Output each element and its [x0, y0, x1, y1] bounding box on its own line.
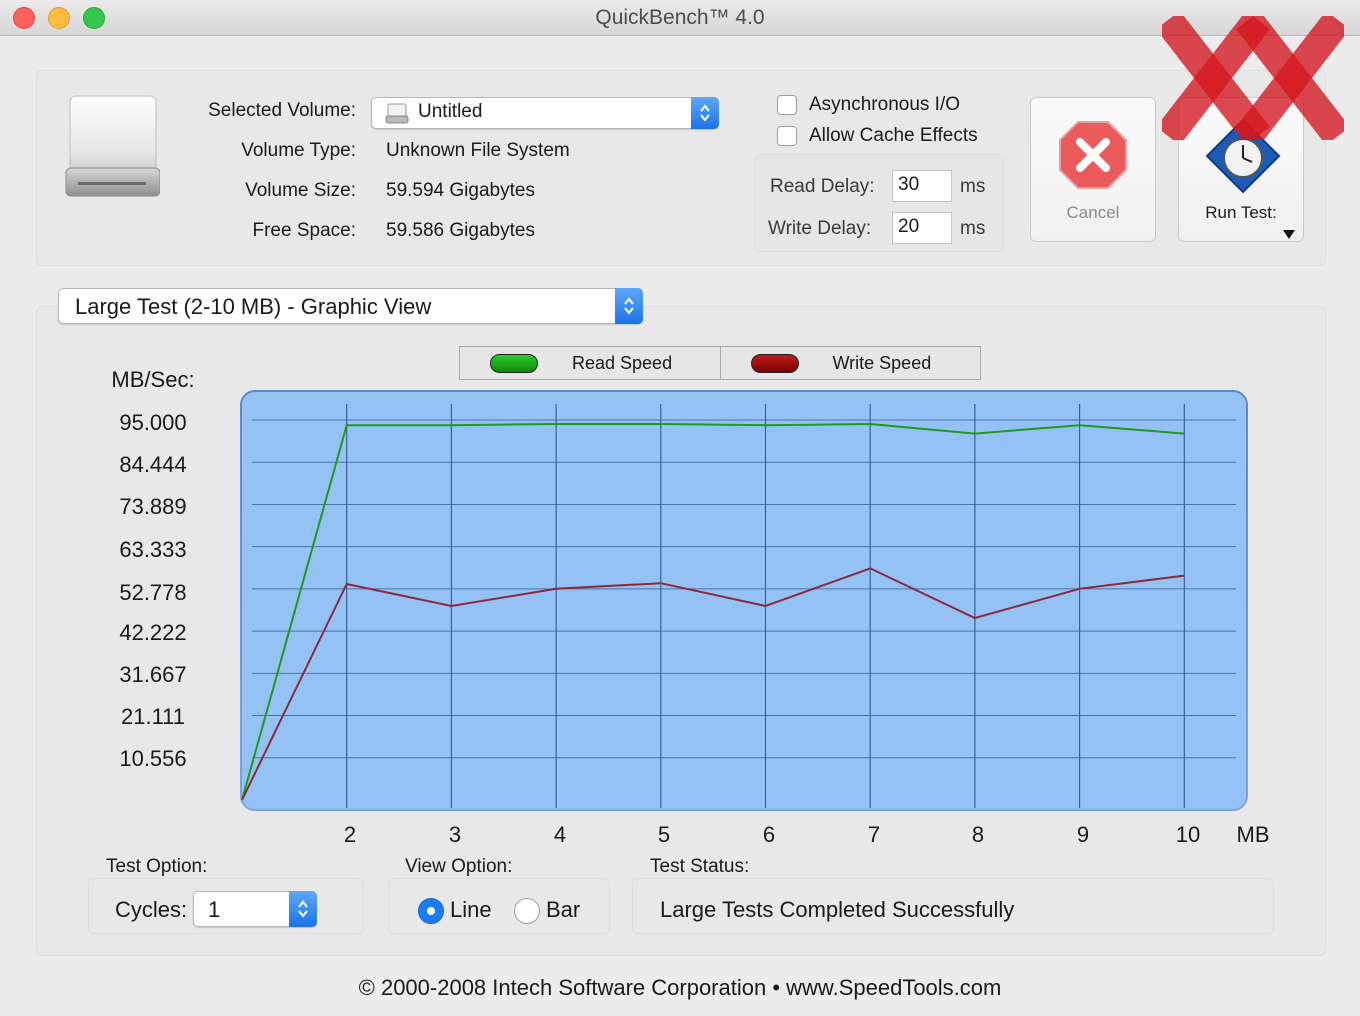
x-tick-label: 10 [1175, 822, 1201, 847]
volume-size-label: Volume Size: [245, 180, 356, 201]
volume-select[interactable]: Untitled [371, 97, 719, 129]
xx-logo-overlay [1156, 10, 1350, 146]
volume-disk-icon [385, 103, 409, 125]
chevron-updown-icon [691, 97, 719, 129]
test-status-value: Large Tests Completed Successfully [660, 897, 1015, 922]
y-tick-label: 31.667 [119, 662, 187, 687]
read-delay-unit: ms [960, 176, 986, 197]
volume-type-label: Volume Type: [241, 140, 356, 161]
stop-icon [1058, 120, 1128, 190]
bar-radio[interactable] [514, 898, 540, 924]
y-tick-label: 42.222 [119, 620, 187, 645]
bar-radio-label: Bar [546, 897, 581, 922]
volume-type-value: Unknown File System [386, 140, 570, 161]
cycles-value: 1 [208, 897, 221, 922]
line-radio[interactable] [418, 898, 444, 924]
view-mode-select[interactable]: Large Test (2-10 MB) - Graphic View [58, 288, 643, 324]
y-tick-label: 52.778 [119, 580, 187, 605]
legend-write-speed: Write Speed [719, 347, 981, 379]
drive-icon [64, 94, 161, 200]
speed-line-chart [240, 390, 1248, 811]
cancel-button[interactable]: Cancel [1030, 97, 1156, 242]
y-tick-label: 10.556 [119, 746, 187, 771]
x-tick-label: 4 [553, 822, 567, 847]
x-tick-label: 8 [971, 822, 985, 847]
legend-read-label: Read Speed [572, 353, 673, 373]
y-tick-label: 21.111 [120, 704, 186, 729]
x-axis-unit: MB [1236, 822, 1270, 847]
x-tick-label: 6 [762, 822, 776, 847]
x-tick-label: 7 [867, 822, 881, 847]
chevron-updown-icon [615, 288, 643, 324]
volume-size-value: 59.594 Gigabytes [386, 180, 535, 201]
y-tick-label: 63.333 [119, 537, 187, 562]
title-bar: QuickBench™ 4.0 [0, 0, 1360, 36]
write-speed-swatch [750, 354, 799, 373]
volume-select-value: Untitled [418, 101, 483, 122]
free-space-label: Free Space: [252, 220, 357, 241]
write-delay-label: Write Delay: [768, 218, 872, 239]
x-tick-label: 5 [657, 822, 671, 847]
x-tick-label: 9 [1076, 822, 1090, 847]
cache-effects-label: Allow Cache Effects [809, 125, 978, 146]
triangle-down-icon [1283, 226, 1295, 239]
legend-read-speed: Read Speed [460, 347, 720, 379]
copyright-footer: © 2000-2008 Intech Software Corporation … [358, 975, 1002, 1000]
legend-write-label: Write Speed [832, 353, 932, 373]
async-io-checkbox[interactable] [777, 95, 797, 115]
x-tick-label: 3 [448, 822, 462, 847]
write-delay-field[interactable]: 20 [892, 212, 952, 244]
async-io-label: Asynchronous I/O [809, 94, 961, 115]
test-option-label: Test Option: [106, 856, 208, 877]
cancel-label: Cancel [1066, 203, 1120, 222]
view-option-label: View Option: [405, 856, 513, 877]
run-test-label: Run Test: [1205, 203, 1277, 222]
cycles-label: Cycles: [115, 897, 188, 922]
read-speed-swatch [490, 354, 538, 373]
chart-legend: Read Speed Write Speed [459, 346, 981, 380]
read-delay-field[interactable]: 30 [892, 170, 952, 202]
selected-volume-label: Selected Volume: [208, 100, 356, 121]
x-tick-label: 2 [343, 822, 357, 847]
cycles-stepper[interactable]: 1 [193, 891, 317, 927]
test-status-label: Test Status: [650, 856, 750, 877]
cache-effects-checkbox[interactable] [777, 126, 797, 146]
read-delay-label: Read Delay: [770, 176, 875, 197]
line-radio-label: Line [450, 897, 492, 922]
write-delay-unit: ms [960, 218, 986, 239]
view-mode-value: Large Test (2-10 MB) - Graphic View [75, 294, 432, 319]
window-title: QuickBench™ 4.0 [595, 6, 765, 29]
y-tick-label: 95.000 [119, 410, 187, 435]
y-tick-label: 84.444 [119, 452, 187, 477]
chevron-updown-icon [289, 891, 317, 927]
y-axis-title: MB/Sec: [111, 367, 195, 392]
free-space-value: 59.586 Gigabytes [386, 220, 535, 241]
y-tick-label: 73.889 [119, 494, 187, 519]
